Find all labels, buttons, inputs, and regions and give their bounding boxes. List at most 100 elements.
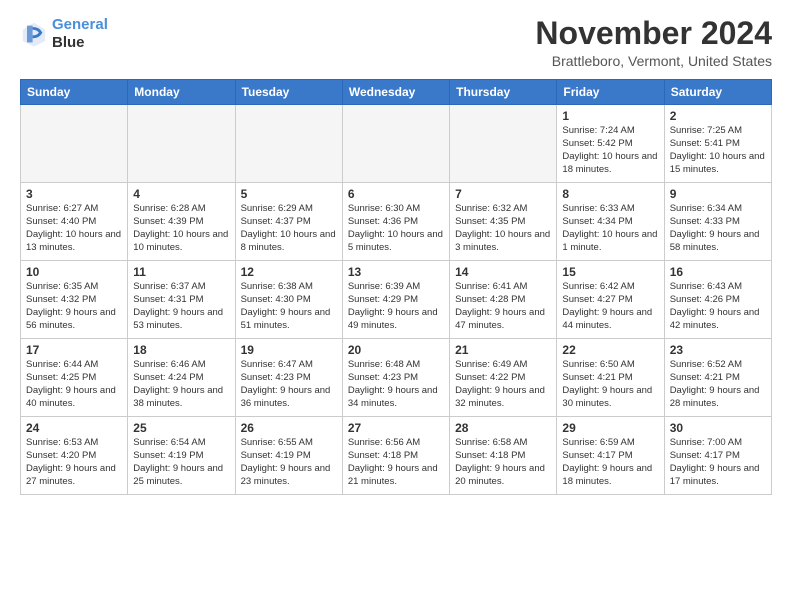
logo-text: General Blue — [52, 16, 108, 52]
table-row — [128, 105, 235, 183]
day-info: Sunrise: 6:59 AMSunset: 4:17 PMDaylight:… — [562, 437, 658, 488]
day-info: Sunrise: 7:24 AMSunset: 5:42 PMDaylight:… — [562, 125, 658, 176]
day-number: 11 — [133, 265, 229, 279]
table-row: 4Sunrise: 6:28 AMSunset: 4:39 PMDaylight… — [128, 183, 235, 261]
day-info: Sunrise: 6:56 AMSunset: 4:18 PMDaylight:… — [348, 437, 444, 488]
day-info: Sunrise: 6:46 AMSunset: 4:24 PMDaylight:… — [133, 359, 229, 410]
month-title: November 2024 — [535, 16, 772, 51]
day-number: 16 — [670, 265, 766, 279]
table-row: 12Sunrise: 6:38 AMSunset: 4:30 PMDayligh… — [235, 261, 342, 339]
title-block: November 2024 Brattleboro, Vermont, Unit… — [535, 16, 772, 69]
day-number: 26 — [241, 421, 337, 435]
calendar-week-4: 17 Sunrise: 6:44 AMSunset: 4:25 PMDayligh… — [21, 339, 772, 417]
day-info: Sunrise: 7:25 AMSunset: 5:41 PMDaylight:… — [670, 125, 766, 176]
day-info: Sunrise: 6:37 AMSunset: 4:31 PMDaylight:… — [133, 281, 229, 332]
table-row — [342, 105, 449, 183]
table-row: 25 Sunrise: 6:54 AMSunset: 4:19 PMDayligh… — [128, 417, 235, 495]
day-info: Sunrise: 6:53 AMSunset: 4:20 PMDaylight:… — [26, 437, 122, 488]
day-number: 10 — [26, 265, 122, 279]
day-number: 12 — [241, 265, 337, 279]
table-row: 7 Sunrise: 6:32 AMSunset: 4:35 PMDaylight… — [450, 183, 557, 261]
table-row: 6Sunrise: 6:30 AMSunset: 4:36 PMDaylight… — [342, 183, 449, 261]
day-number: 9 — [670, 187, 766, 201]
day-number: 2 — [670, 109, 766, 123]
col-monday: Monday — [128, 80, 235, 105]
calendar-week-2: 3Sunrise: 6:27 AMSunset: 4:40 PMDaylight… — [21, 183, 772, 261]
table-row: 29 Sunrise: 6:59 AMSunset: 4:17 PMDayligh… — [557, 417, 664, 495]
day-number: 23 — [670, 343, 766, 357]
day-number: 30 — [670, 421, 766, 435]
calendar-week-3: 10 Sunrise: 6:35 AMSunset: 4:32 PMDayligh… — [21, 261, 772, 339]
day-number: 28 — [455, 421, 551, 435]
day-number: 17 — [26, 343, 122, 357]
table-row: 13Sunrise: 6:39 AMSunset: 4:29 PMDayligh… — [342, 261, 449, 339]
day-info: Sunrise: 6:52 AMSunset: 4:21 PMDaylight:… — [670, 359, 766, 410]
day-number: 22 — [562, 343, 658, 357]
logo-icon — [20, 20, 48, 48]
day-info: Sunrise: 6:30 AMSunset: 4:36 PMDaylight:… — [348, 203, 444, 254]
day-info: Sunrise: 6:39 AMSunset: 4:29 PMDaylight:… — [348, 281, 444, 332]
day-info: Sunrise: 6:32 AMSunset: 4:35 PMDaylight:… — [455, 203, 551, 254]
table-row: 17 Sunrise: 6:44 AMSunset: 4:25 PMDayligh… — [21, 339, 128, 417]
col-sunday: Sunday — [21, 80, 128, 105]
day-info: Sunrise: 6:50 AMSunset: 4:21 PMDaylight:… — [562, 359, 658, 410]
col-wednesday: Wednesday — [342, 80, 449, 105]
day-number: 15 — [562, 265, 658, 279]
table-row: 28 Sunrise: 6:58 AMSunset: 4:18 PMDayligh… — [450, 417, 557, 495]
day-number: 18 — [133, 343, 229, 357]
table-row: 11 Sunrise: 6:37 AMSunset: 4:31 PMDayligh… — [128, 261, 235, 339]
col-saturday: Saturday — [664, 80, 771, 105]
day-number: 25 — [133, 421, 229, 435]
calendar-week-5: 24 Sunrise: 6:53 AMSunset: 4:20 PMDayligh… — [21, 417, 772, 495]
col-tuesday: Tuesday — [235, 80, 342, 105]
day-number: 14 — [455, 265, 551, 279]
day-info: Sunrise: 7:00 AMSunset: 4:17 PMDaylight:… — [670, 437, 766, 488]
page: General Blue November 2024 Brattleboro, … — [0, 0, 792, 505]
table-row: 14Sunrise: 6:41 AMSunset: 4:28 PMDayligh… — [450, 261, 557, 339]
day-number: 24 — [26, 421, 122, 435]
day-info: Sunrise: 6:58 AMSunset: 4:18 PMDaylight:… — [455, 437, 551, 488]
day-info: Sunrise: 6:29 AMSunset: 4:37 PMDaylight:… — [241, 203, 337, 254]
day-number: 19 — [241, 343, 337, 357]
day-info: Sunrise: 6:47 AMSunset: 4:23 PMDaylight:… — [241, 359, 337, 410]
day-info: Sunrise: 6:33 AMSunset: 4:34 PMDaylight:… — [562, 203, 658, 254]
table-row: 22 Sunrise: 6:50 AMSunset: 4:21 PMDayligh… — [557, 339, 664, 417]
header: General Blue November 2024 Brattleboro, … — [20, 16, 772, 69]
calendar-header-row: Sunday Monday Tuesday Wednesday Thursday… — [21, 80, 772, 105]
day-info: Sunrise: 6:42 AMSunset: 4:27 PMDaylight:… — [562, 281, 658, 332]
table-row: 20 Sunrise: 6:48 AMSunset: 4:23 PMDayligh… — [342, 339, 449, 417]
day-number: 1 — [562, 109, 658, 123]
table-row: 18 Sunrise: 6:46 AMSunset: 4:24 PMDayligh… — [128, 339, 235, 417]
table-row — [235, 105, 342, 183]
col-thursday: Thursday — [450, 80, 557, 105]
day-number: 7 — [455, 187, 551, 201]
table-row: 27 Sunrise: 6:56 AMSunset: 4:18 PMDayligh… — [342, 417, 449, 495]
table-row: 24 Sunrise: 6:53 AMSunset: 4:20 PMDayligh… — [21, 417, 128, 495]
day-number: 20 — [348, 343, 444, 357]
day-info: Sunrise: 6:54 AMSunset: 4:19 PMDaylight:… — [133, 437, 229, 488]
table-row: 16 Sunrise: 6:43 AMSunset: 4:26 PMDayligh… — [664, 261, 771, 339]
table-row: 3Sunrise: 6:27 AMSunset: 4:40 PMDaylight… — [21, 183, 128, 261]
day-info: Sunrise: 6:35 AMSunset: 4:32 PMDaylight:… — [26, 281, 122, 332]
day-info: Sunrise: 6:48 AMSunset: 4:23 PMDaylight:… — [348, 359, 444, 410]
table-row — [21, 105, 128, 183]
logo: General Blue — [20, 16, 108, 52]
day-info: Sunrise: 6:44 AMSunset: 4:25 PMDaylight:… — [26, 359, 122, 410]
table-row: 30 Sunrise: 7:00 AMSunset: 4:17 PMDayligh… — [664, 417, 771, 495]
day-info: Sunrise: 6:55 AMSunset: 4:19 PMDaylight:… — [241, 437, 337, 488]
day-number: 8 — [562, 187, 658, 201]
table-row — [450, 105, 557, 183]
day-info: Sunrise: 6:43 AMSunset: 4:26 PMDaylight:… — [670, 281, 766, 332]
table-row: 19 Sunrise: 6:47 AMSunset: 4:23 PMDayligh… — [235, 339, 342, 417]
table-row: 10 Sunrise: 6:35 AMSunset: 4:32 PMDayligh… — [21, 261, 128, 339]
day-info: Sunrise: 6:27 AMSunset: 4:40 PMDaylight:… — [26, 203, 122, 254]
day-info: Sunrise: 6:49 AMSunset: 4:22 PMDaylight:… — [455, 359, 551, 410]
table-row: 2 Sunrise: 7:25 AMSunset: 5:41 PMDaylight… — [664, 105, 771, 183]
day-number: 5 — [241, 187, 337, 201]
table-row: 9 Sunrise: 6:34 AMSunset: 4:33 PMDaylight… — [664, 183, 771, 261]
day-info: Sunrise: 6:34 AMSunset: 4:33 PMDaylight:… — [670, 203, 766, 254]
calendar: Sunday Monday Tuesday Wednesday Thursday… — [20, 79, 772, 495]
day-number: 27 — [348, 421, 444, 435]
table-row: 1 Sunrise: 7:24 AMSunset: 5:42 PMDaylight… — [557, 105, 664, 183]
day-number: 29 — [562, 421, 658, 435]
